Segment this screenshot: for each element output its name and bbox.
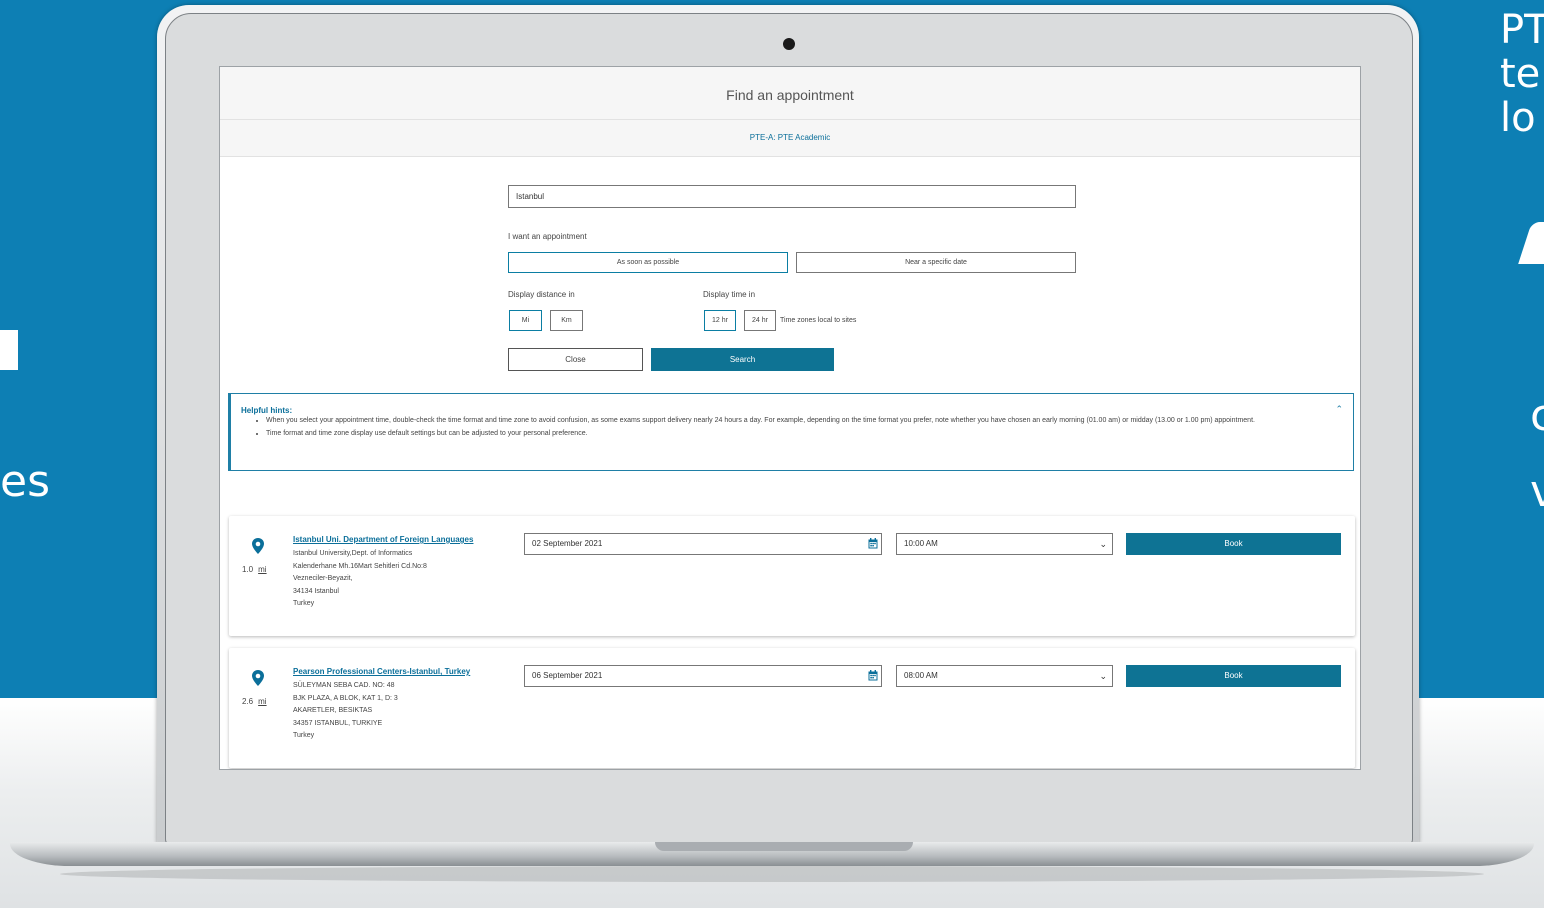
site-name-link[interactable]: Pearson Professional Centers-Istanbul, T…	[293, 667, 470, 676]
laptop-base-notch	[655, 842, 913, 851]
laptop-shadow	[60, 866, 1484, 882]
map-pin-icon	[252, 670, 264, 686]
calendar-icon[interactable]	[868, 670, 878, 681]
right-background-text-low: v	[1530, 466, 1544, 517]
left-text-mark	[0, 330, 18, 370]
map-pin-icon	[252, 538, 264, 554]
near-date-button[interactable]: Near a specific date	[796, 252, 1076, 273]
date-input[interactable]: 02 September 2021	[524, 533, 882, 555]
camera-icon	[783, 38, 795, 50]
right-text-mark	[1518, 222, 1544, 264]
hints-list: When you select your appointment time, d…	[254, 416, 1346, 442]
hint-item: Time format and time zone display use de…	[266, 429, 1346, 439]
app-screen: Find an appointment PTE-A: PTE Academic …	[219, 66, 1361, 770]
hints-title: Helpful hints:	[241, 406, 293, 415]
helpful-hints-panel: Helpful hints: ⌃ When you select your ap…	[228, 393, 1354, 471]
chevron-down-icon: ⌄	[1099, 539, 1107, 549]
collapse-caret-icon[interactable]: ⌃	[1335, 404, 1343, 415]
search-button[interactable]: Search	[651, 348, 834, 371]
time-format-label: Display time in	[703, 290, 756, 299]
close-button[interactable]: Close	[508, 348, 643, 371]
hint-item: When you select your appointment time, d…	[266, 416, 1346, 426]
site-address: Istanbul University,Dept. of Informatics…	[293, 550, 427, 607]
distance-value: 1.0 mi	[242, 565, 267, 574]
distance-label: Display distance in	[508, 290, 575, 299]
asap-button[interactable]: As soon as possible	[508, 252, 788, 273]
format-12hr-button[interactable]: 12 hr	[704, 310, 736, 331]
date-input[interactable]: 06 September 2021	[524, 665, 882, 687]
unit-mi-button[interactable]: Mi	[509, 310, 542, 331]
format-24hr-button[interactable]: 24 hr	[744, 310, 776, 331]
time-select[interactable]: 08:00 AM ⌄	[896, 665, 1113, 687]
right-background-text-top: PT te lo	[1500, 7, 1544, 141]
chevron-down-icon: ⌄	[1099, 671, 1107, 681]
site-name-link[interactable]: Istanbul Uni. Department of Foreign Lang…	[293, 535, 473, 544]
book-button[interactable]: Book	[1126, 533, 1341, 555]
location-input[interactable]: Istanbul	[508, 185, 1076, 208]
time-select[interactable]: 10:00 AM ⌄	[896, 533, 1113, 555]
timezone-note: Time zones local to sites	[780, 317, 857, 324]
site-address: SÜLEYMAN SEBA CAD. NO: 48 BJK PLAZA, A B…	[293, 682, 398, 739]
page-title: Find an appointment	[220, 67, 1360, 120]
left-background-text: es	[0, 456, 50, 507]
appointment-label: I want an appointment	[508, 232, 587, 241]
right-background-text-mid: c	[1530, 390, 1544, 441]
calendar-icon[interactable]	[868, 538, 878, 549]
result-card: 1.0 mi Istanbul Uni. Department of Foreig…	[229, 516, 1355, 636]
distance-value: 2.6 mi	[242, 697, 267, 706]
book-button[interactable]: Book	[1126, 665, 1341, 687]
unit-km-button[interactable]: Km	[550, 310, 583, 331]
result-card: 2.6 mi Pearson Professional Centers-Istan…	[229, 648, 1355, 768]
exam-name: PTE-A: PTE Academic	[220, 120, 1360, 157]
